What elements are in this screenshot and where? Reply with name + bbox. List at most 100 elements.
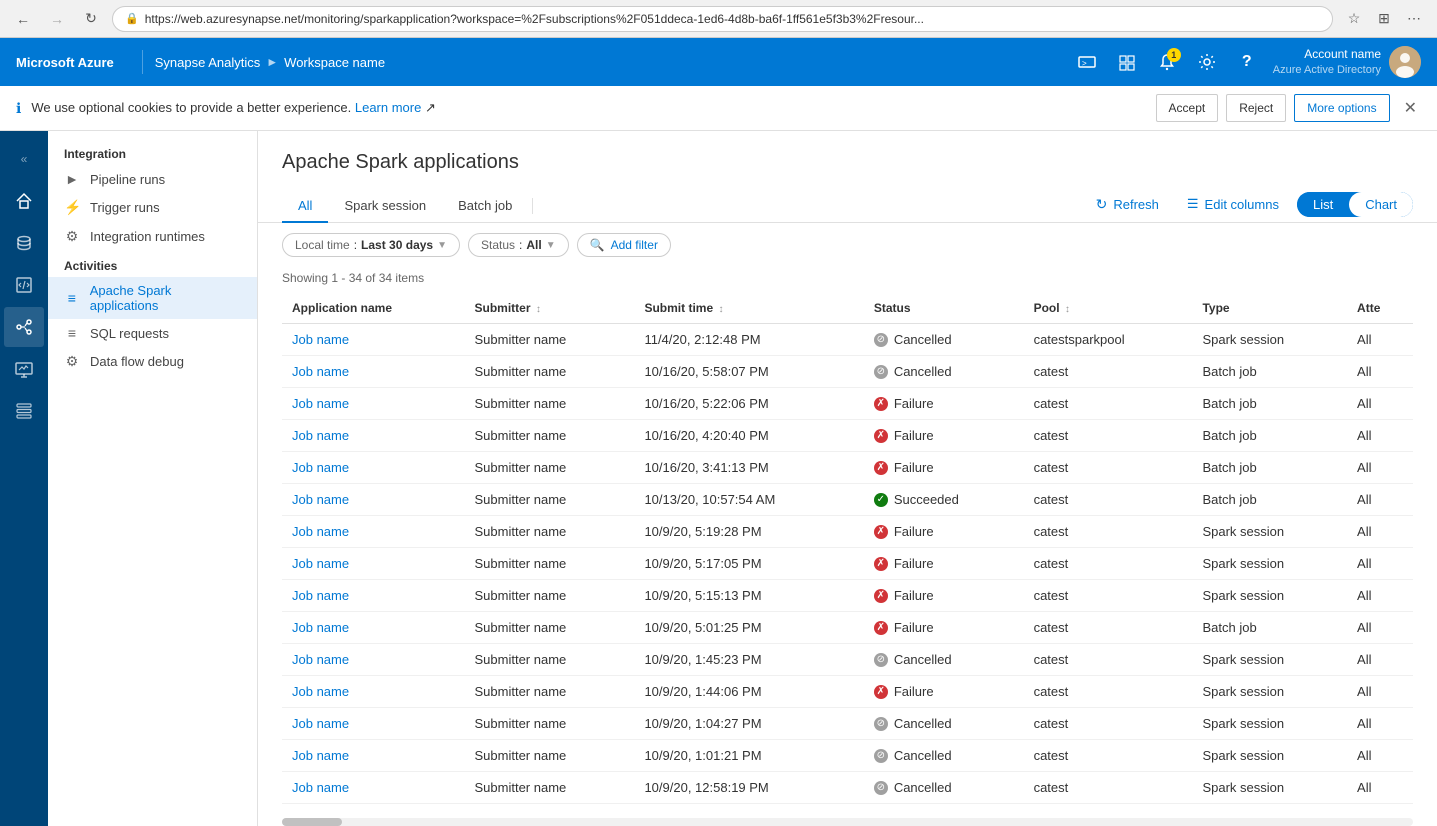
home-icon-button[interactable] — [4, 181, 44, 221]
avatar[interactable] — [1389, 46, 1421, 78]
workspace-link[interactable]: Workspace name — [284, 55, 385, 70]
table-row: Job name Submitter name 10/16/20, 5:58:0… — [282, 356, 1413, 388]
table-row: Job name Submitter name 10/16/20, 3:41:1… — [282, 452, 1413, 484]
status-cell: ⊘ Cancelled — [864, 772, 1024, 804]
manage-icon-button[interactable] — [4, 391, 44, 431]
notifications-button[interactable]: 1 — [1149, 44, 1185, 80]
col-submitter[interactable]: Submitter ↕ — [465, 293, 635, 324]
job-name-link[interactable]: Job name — [292, 652, 349, 667]
status-cell: ⊘ Cancelled — [864, 356, 1024, 388]
integration-runtimes-icon: ⚙ — [64, 228, 80, 245]
data-icon-button[interactable] — [4, 223, 44, 263]
job-name-link[interactable]: Job name — [292, 428, 349, 443]
table-row: Job name Submitter name 10/9/20, 5:17:05… — [282, 548, 1413, 580]
cloud-shell-button[interactable]: >_ — [1069, 44, 1105, 80]
submitter-cell: Submitter name — [465, 452, 635, 484]
cookie-close-button[interactable]: ✕ — [1400, 98, 1421, 118]
col-type: Type — [1192, 293, 1347, 324]
forward-button[interactable]: → — [44, 6, 70, 32]
pool-cell: catest — [1024, 708, 1193, 740]
add-filter-label: Add filter — [611, 238, 658, 252]
add-filter-button[interactable]: 🔍 Add filter — [577, 233, 671, 257]
table-header: Application name Submitter ↕ Submit time… — [282, 293, 1413, 324]
reload-button[interactable]: ↻ — [78, 6, 104, 32]
time-filter-chip[interactable]: Local time : Last 30 days ▼ — [282, 233, 460, 257]
monitor-icon-button[interactable] — [4, 349, 44, 389]
cookie-actions: Accept Reject More options — [1156, 94, 1390, 122]
job-name-link[interactable]: Job name — [292, 492, 349, 507]
status-icon: ✗ — [874, 589, 888, 603]
status-text: Cancelled — [894, 748, 952, 763]
submit-time-cell: 10/9/20, 1:45:23 PM — [634, 644, 863, 676]
job-name-link[interactable]: Job name — [292, 332, 349, 347]
status-cell: ✗ Failure — [864, 388, 1024, 420]
job-name-link[interactable]: Job name — [292, 396, 349, 411]
job-name-link[interactable]: Job name — [292, 780, 349, 795]
job-name-link[interactable]: Job name — [292, 588, 349, 603]
tab-batch-job[interactable]: Batch job — [442, 190, 528, 223]
table-row: Job name Submitter name 10/9/20, 1:04:27… — [282, 708, 1413, 740]
sidebar-item-pipeline-runs[interactable]: ► Pipeline runs — [48, 165, 257, 193]
job-name-cell: Job name — [282, 420, 465, 452]
refresh-button[interactable]: ↻ Refresh — [1086, 192, 1169, 217]
job-name-cell: Job name — [282, 644, 465, 676]
status-text: Cancelled — [894, 780, 952, 795]
tab-grid-button[interactable]: ⊞ — [1371, 6, 1397, 32]
job-name-link[interactable]: Job name — [292, 460, 349, 475]
submitter-cell: Submitter name — [465, 580, 635, 612]
col-submit-time[interactable]: Submit time ↕ — [634, 293, 863, 324]
status-icon: ✗ — [874, 621, 888, 635]
expand-sidebar-button[interactable]: « — [4, 139, 44, 179]
status-icon: ⊘ — [874, 717, 888, 731]
edit-columns-button[interactable]: ☰ Edit columns — [1177, 192, 1289, 216]
col-pool[interactable]: Pool ↕ — [1024, 293, 1193, 324]
job-name-link[interactable]: Job name — [292, 716, 349, 731]
back-button[interactable]: ← — [10, 6, 36, 32]
job-name-link[interactable]: Job name — [292, 748, 349, 763]
pool-cell: catest — [1024, 580, 1193, 612]
sidebar-item-apache-spark[interactable]: ≡ Apache Spark applications — [48, 277, 257, 319]
status-icon: ✓ — [874, 493, 888, 507]
pool-cell: catest — [1024, 484, 1193, 516]
integrate-icon-button[interactable] — [4, 307, 44, 347]
settings-button[interactable] — [1189, 44, 1225, 80]
showing-text: Showing 1 - 34 of 34 items — [282, 267, 1413, 293]
job-name-link[interactable]: Job name — [292, 556, 349, 571]
directory-button[interactable] — [1109, 44, 1145, 80]
sidebar-item-integration-runtimes[interactable]: ⚙ Integration runtimes — [48, 222, 257, 251]
develop-icon-button[interactable] — [4, 265, 44, 305]
job-name-link[interactable]: Job name — [292, 524, 349, 539]
more-options-button[interactable]: More options — [1294, 94, 1389, 122]
chart-view-button[interactable]: Chart — [1349, 192, 1413, 217]
learn-more-link[interactable]: Learn more — [355, 100, 421, 115]
tab-spark-session[interactable]: Spark session — [328, 190, 442, 223]
address-bar[interactable]: 🔒 https://web.azuresynapse.net/monitorin… — [112, 6, 1333, 32]
reject-button[interactable]: Reject — [1226, 94, 1286, 122]
sidebar-item-sql-requests[interactable]: ≡ SQL requests — [48, 319, 257, 347]
time-filter-colon: : — [354, 238, 357, 252]
sidebar-item-trigger-runs[interactable]: ⚡ Trigger runs — [48, 193, 257, 222]
tab-all[interactable]: All — [282, 190, 328, 223]
status-filter-chevron-icon: ▼ — [546, 240, 556, 251]
menu-button[interactable]: ⋯ — [1401, 6, 1427, 32]
job-name-cell: Job name — [282, 452, 465, 484]
help-button[interactable]: ? — [1229, 44, 1265, 80]
job-name-link[interactable]: Job name — [292, 620, 349, 635]
job-name-link[interactable]: Job name — [292, 364, 349, 379]
atte-cell: All — [1347, 612, 1413, 644]
atte-cell: All — [1347, 356, 1413, 388]
atte-cell: All — [1347, 676, 1413, 708]
lock-icon: 🔒 — [125, 12, 139, 25]
bookmark-button[interactable]: ☆ — [1341, 6, 1367, 32]
submitter-cell: Submitter name — [465, 324, 635, 356]
sidebar-item-data-flow-debug[interactable]: ⚙ Data flow debug — [48, 347, 257, 376]
accept-button[interactable]: Accept — [1156, 94, 1219, 122]
status-text: Failure — [894, 428, 934, 443]
status-filter-chip[interactable]: Status : All ▼ — [468, 233, 569, 257]
table-row: Job name Submitter name 10/16/20, 4:20:4… — [282, 420, 1413, 452]
job-name-cell: Job name — [282, 324, 465, 356]
svg-text:>_: >_ — [1082, 59, 1092, 68]
job-name-link[interactable]: Job name — [292, 684, 349, 699]
synapse-link[interactable]: Synapse Analytics — [155, 55, 261, 70]
list-view-button[interactable]: List — [1297, 192, 1349, 217]
